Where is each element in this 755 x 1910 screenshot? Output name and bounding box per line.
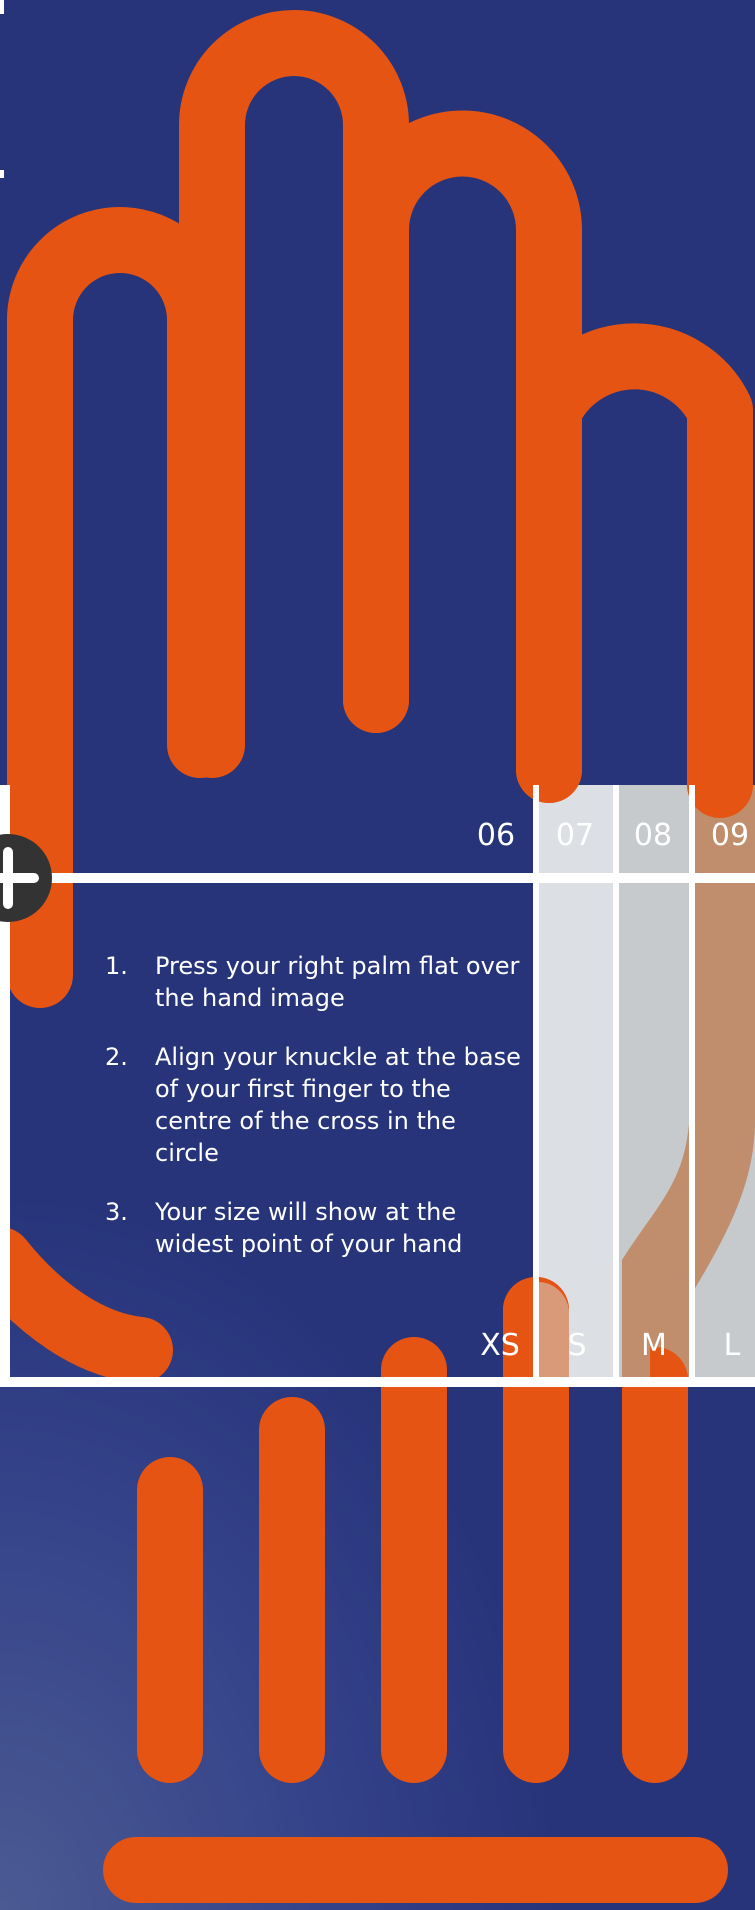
lower-hand-fingers [103, 1277, 728, 1903]
glove-size-06: 06 [476, 818, 516, 853]
instruction-item: 3. Your size will show at the widest poi… [105, 1196, 525, 1260]
glove-size-09: 09 [710, 818, 750, 853]
left-edge-tick-top [0, 0, 4, 14]
size-label-m: M [641, 1328, 667, 1363]
instructions-list: 1. Press your right palm flat over the h… [105, 950, 525, 1287]
instruction-number: 3. [105, 1198, 128, 1226]
size-label-xs: XS [480, 1328, 520, 1363]
size-label-l: L [723, 1328, 741, 1363]
size-label-s: S [567, 1328, 587, 1363]
left-edge-tick-mid [0, 170, 4, 178]
glove-size-07: 07 [555, 818, 595, 853]
instruction-number: 2. [105, 1043, 128, 1071]
instruction-number: 1. [105, 952, 128, 980]
instruction-text: Press your right palm flat over the hand… [155, 952, 520, 1012]
instruction-text: Your size will show at the widest point … [155, 1198, 463, 1258]
instruction-item: 1. Press your right palm flat over the h… [105, 950, 525, 1014]
instruction-item: 2. Align your knuckle at the base of you… [105, 1041, 525, 1169]
glove-size-08: 08 [633, 818, 673, 853]
instruction-text: Align your knuckle at the base of your f… [155, 1043, 521, 1167]
